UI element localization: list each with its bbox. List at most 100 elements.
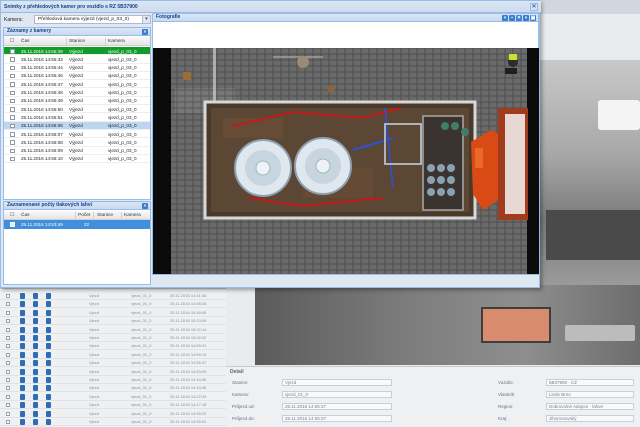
camera-record-row[interactable]: 25.11.2016 14:56:06 Výjezd vjezd_p_03_0 — [4, 121, 150, 130]
info-icon — [33, 309, 38, 316]
photo-icon — [46, 301, 51, 308]
stop-icon[interactable]: ▪ — [509, 15, 515, 21]
record-station: Výjezd — [69, 56, 83, 62]
row-checkbox[interactable] — [10, 65, 15, 71]
camera-record-row[interactable]: 25.11.2016 14:55:48 Výjezd vjezd_p_03_0 — [4, 89, 150, 97]
record-time: 25.11.2016 14:56:09 — [21, 148, 63, 154]
photo-icon — [46, 410, 51, 417]
row-checkbox[interactable] — [10, 90, 15, 95]
camera-record-row[interactable]: 25.11.2016 14:55:44 Výjezd vjezd_p_03_0 — [4, 64, 150, 72]
close-icon[interactable]: ✕ — [530, 3, 538, 11]
row-checkbox[interactable] — [10, 73, 15, 79]
grid-direction: Vjezd — [89, 318, 100, 324]
detail-field-label: Kamera: — [232, 392, 250, 397]
column-station[interactable]: Stanice — [97, 213, 113, 218]
camera-record-row[interactable]: 25.11.2016 14:55:49 Výjezd vjezd_p_03_0 — [4, 97, 150, 106]
grid-timestamp: 25.11.2016 14:43:38 — [170, 385, 207, 391]
camera-record-row[interactable]: 25.11.2016 14:55:47 Výjezd vjezd_p_03_0 — [4, 80, 150, 89]
close-photo-icon[interactable]: ✕ — [516, 15, 522, 21]
column-camera[interactable]: Kamera — [124, 213, 141, 218]
row-checkbox[interactable] — [10, 98, 15, 104]
background-detail-panel: Detail Stanice: Vjezd Kamera: vjezd_01_0 Prů… — [226, 366, 640, 427]
row-checkbox[interactable] — [10, 107, 15, 112]
grid-camera: vjezd_01_0 — [131, 419, 152, 424]
background-grid-row: Vjezd vjezd_01_0 25.11.2016 14:53:09 — [0, 368, 226, 376]
column-camera[interactable]: Kamera — [108, 39, 125, 44]
row-checkbox — [6, 411, 10, 416]
background-grid-row: Vjezd vjezd_01_0 25.11.2016 14:59:31 — [0, 342, 226, 351]
row-checkbox — [6, 302, 10, 307]
row-checkbox — [6, 369, 10, 374]
select-all-checkbox[interactable]: ☐ — [10, 213, 14, 218]
column-time[interactable]: Čas — [21, 213, 30, 218]
next-photo-icon[interactable]: » — [523, 15, 529, 21]
column-count[interactable]: Počet — [78, 213, 90, 218]
detail-field-label: Vlastník: — [498, 392, 516, 397]
chevron-down-icon[interactable]: ▾ — [142, 16, 150, 23]
collapse-icon[interactable]: » — [142, 203, 148, 209]
camera-snapshots-window: Snímky z přehledových kamer pro vozidlo … — [0, 0, 541, 288]
camera-record-row[interactable]: 25.11.2016 14:55:46 Výjezd vjezd_p_03_0 — [4, 72, 150, 81]
grid-direction: Vjezd — [89, 377, 100, 382]
row-checkbox[interactable] — [10, 82, 15, 87]
document-icon — [20, 368, 25, 375]
grid-direction: Vjezd — [89, 301, 100, 307]
row-checkbox[interactable] — [10, 148, 15, 154]
row-checkbox[interactable] — [10, 222, 15, 227]
previous-photo-icon[interactable]: « — [502, 15, 508, 21]
bottle-counts-header: Zaznamenané počty tlakových lahví » — [3, 201, 151, 210]
background-grid-row: Vjezd vjezd_01_0 25.11.2016 15:48:59 — [0, 309, 226, 317]
photo-icon — [46, 343, 51, 350]
camera-record-row[interactable]: 25.11.2016 14:55:50 Výjezd vjezd_p_03_0 — [4, 105, 150, 114]
row-checkbox — [6, 378, 10, 382]
window-header[interactable]: Snímky z přehledových kamer pro vozidlo … — [1, 1, 541, 13]
detail-field-value: vjezd_01_0 — [282, 391, 392, 398]
camera-record-row[interactable]: 25.11.2016 14:55:43 Výjezd vjezd_p_03_0 — [4, 55, 150, 64]
document-icon — [20, 360, 25, 367]
row-checkbox[interactable] — [10, 156, 15, 162]
row-checkbox — [6, 336, 10, 340]
record-camera: vjezd_p_03_0 — [108, 139, 137, 145]
photo-panel-header: Fotografie «▪ ✕» ▣ — [152, 13, 539, 22]
grid-camera: vjezd_01_0 — [131, 377, 152, 382]
background-warning-plate — [481, 307, 551, 343]
document-icon — [20, 419, 25, 425]
grid-direction: Vjezd — [89, 419, 100, 424]
column-station[interactable]: Stanice — [69, 39, 85, 44]
grid-direction: Vjezd — [89, 360, 100, 366]
vehicle-top-photo[interactable] — [153, 48, 539, 274]
photo-icon — [46, 393, 51, 400]
background-grid-row: Vjezd vjezd_01_0 25.11.2016 15:02:02 — [0, 334, 226, 342]
collapse-icon[interactable]: » — [142, 29, 148, 35]
camera-record-row[interactable]: 25.11.2016 14:55:39 Výjezd vjezd_p_03_0 — [4, 47, 150, 56]
row-checkbox[interactable] — [10, 49, 15, 54]
camera-select[interactable]: Přehledová kamera výjezd (vjezd_p_03_0) … — [34, 15, 151, 24]
record-station: Výjezd — [69, 131, 83, 137]
camera-record-row[interactable]: 25.11.2016 14:56:07 Výjezd vjezd_p_03_0 — [4, 130, 150, 139]
record-station: Výjezd — [69, 65, 83, 71]
record-camera: vjezd_p_03_0 — [108, 114, 137, 120]
bottle-counts-title: Zaznamenané počty tlakových lahví — [7, 202, 93, 208]
row-checkbox[interactable] — [10, 140, 15, 145]
camera-record-row[interactable]: 25.11.2016 14:56:09 Výjezd vjezd_p_03_0 — [4, 147, 150, 155]
camera-record-row[interactable]: 25.11.2016 14:56:08 Výjezd vjezd_p_03_0 — [4, 138, 150, 147]
info-icon — [33, 410, 38, 417]
grid-camera: vjezd_01_0 — [131, 360, 152, 366]
row-checkbox[interactable] — [10, 123, 15, 129]
camera-record-row[interactable]: 25.11.2016 14:56:10 Výjezd vjezd_p_03_0 — [4, 155, 150, 164]
row-checkbox[interactable] — [10, 132, 15, 137]
background-grid-row: Vjezd vjezd_01_0 25.11.2016 15:23:59 — [0, 317, 226, 326]
fullscreen-icon[interactable]: ▣ — [530, 15, 536, 21]
row-checkbox[interactable] — [10, 57, 15, 62]
column-time[interactable]: Čas — [21, 39, 30, 44]
document-icon — [20, 402, 25, 409]
record-station: Výjezd — [69, 48, 83, 54]
select-all-checkbox[interactable]: ☐ — [10, 39, 14, 44]
row-checkbox[interactable] — [10, 115, 15, 120]
document-icon — [20, 301, 25, 308]
info-icon — [33, 360, 38, 367]
row-checkbox — [6, 327, 10, 332]
camera-record-row[interactable]: 25.11.2016 14:55:51 Výjezd vjezd_p_03_0 — [4, 113, 150, 122]
record-station: Výjezd — [69, 106, 83, 112]
bottle-count-row[interactable]: 25.11.2016 14:53:49 22 — [4, 220, 150, 229]
